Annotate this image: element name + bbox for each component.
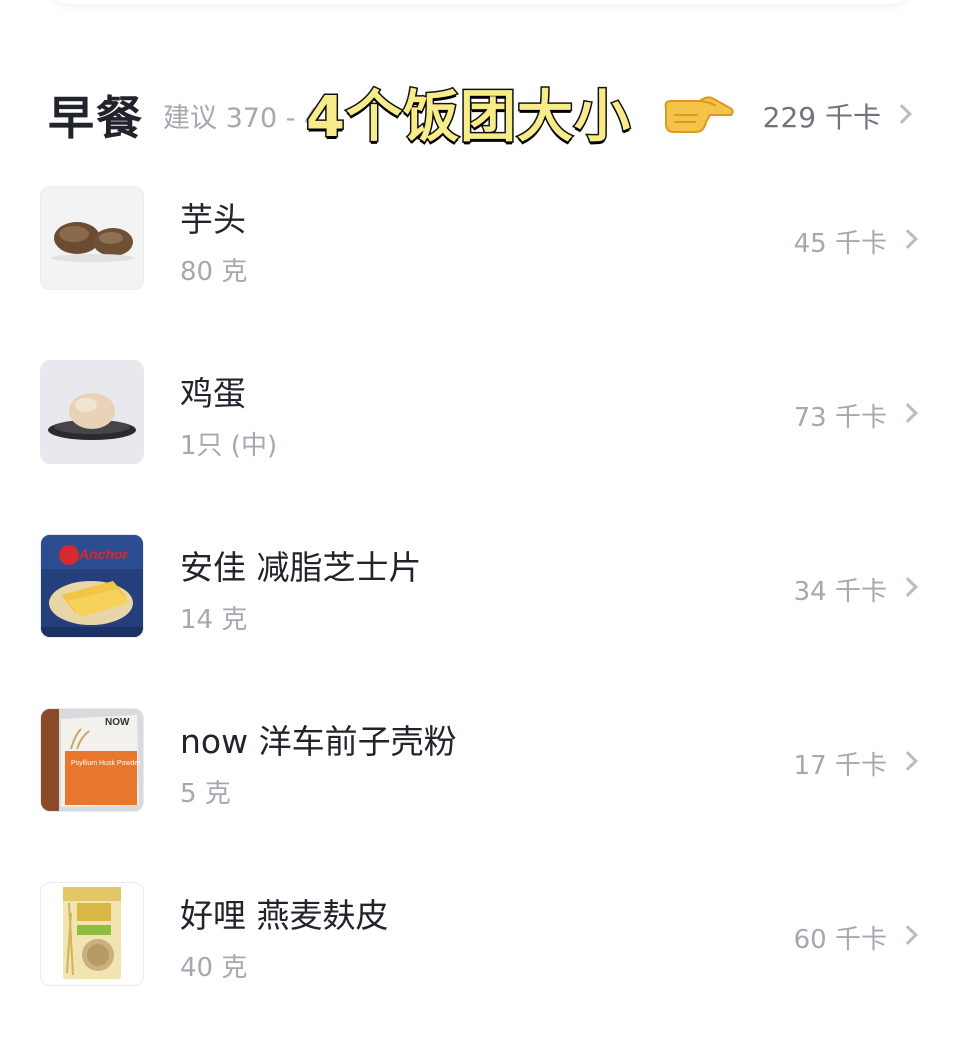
food-list: 芋头 80 克 45 千卡 鸡蛋 1只 (中) 73 千卡 Anchor 安佳 … — [0, 185, 959, 1055]
food-name: 芋头 — [180, 200, 246, 239]
chevron-right-icon — [898, 403, 918, 423]
food-item-cheese[interactable]: Anchor 安佳 减脂芝士片 14 克 34 千卡 — [0, 533, 959, 707]
oat-bran-photo — [40, 882, 144, 986]
chevron-right-icon — [892, 104, 912, 124]
food-name: 安佳 减脂芝士片 — [180, 548, 422, 587]
food-kcal: 73 千卡 — [793, 403, 887, 433]
food-name: now 洋车前子壳粉 — [180, 722, 457, 761]
previous-card-edge — [50, 0, 910, 4]
chevron-right-icon — [898, 925, 918, 945]
food-item-psyllium[interactable]: NOW Psyllium Husk Powder now 洋车前子壳粉 5 克 … — [0, 707, 959, 881]
breakfast-header[interactable]: 早餐 建议 370 - 4 4个饭团大小 229 千卡 — [0, 72, 959, 152]
meal-suggestion: 建议 370 - 4 — [163, 103, 322, 134]
food-amount: 5 克 — [180, 779, 231, 809]
meal-total-kcal: 229 千卡 — [762, 101, 881, 134]
meal-title: 早餐 — [48, 91, 144, 145]
food-amount: 14 克 — [180, 605, 248, 635]
food-amount: 80 克 — [180, 257, 248, 287]
package-label-text: Psyllium Husk Powder — [71, 760, 141, 767]
brand-logo-text: Anchor — [78, 546, 130, 562]
food-item-egg[interactable]: 鸡蛋 1只 (中) 73 千卡 — [0, 359, 959, 533]
food-kcal: 34 千卡 — [793, 577, 887, 607]
anchor-cheese-photo: Anchor — [40, 534, 144, 638]
food-amount: 40 克 — [180, 953, 248, 983]
food-name: 好哩 燕麦麸皮 — [180, 896, 389, 935]
chevron-right-icon — [898, 751, 918, 771]
food-kcal: 60 千卡 — [793, 925, 887, 955]
overlay-caption: 4个饭团大小 — [305, 84, 632, 152]
chevron-right-icon — [898, 577, 918, 597]
pointing-hand-icon — [664, 96, 734, 133]
food-item-oat-bran[interactable]: 好哩 燕麦麸皮 40 克 60 千卡 — [0, 881, 959, 1055]
taro-photo — [40, 186, 144, 290]
egg-photo — [40, 360, 144, 464]
food-name: 鸡蛋 — [180, 374, 246, 413]
brand-logo-text: NOW — [105, 717, 130, 728]
food-amount: 1只 (中) — [180, 431, 278, 461]
psyllium-powder-photo: NOW Psyllium Husk Powder — [40, 708, 144, 812]
chevron-right-icon — [898, 229, 918, 249]
food-kcal: 17 千卡 — [793, 751, 887, 781]
food-item-taro[interactable]: 芋头 80 克 45 千卡 — [0, 185, 959, 359]
food-kcal: 45 千卡 — [793, 229, 887, 259]
